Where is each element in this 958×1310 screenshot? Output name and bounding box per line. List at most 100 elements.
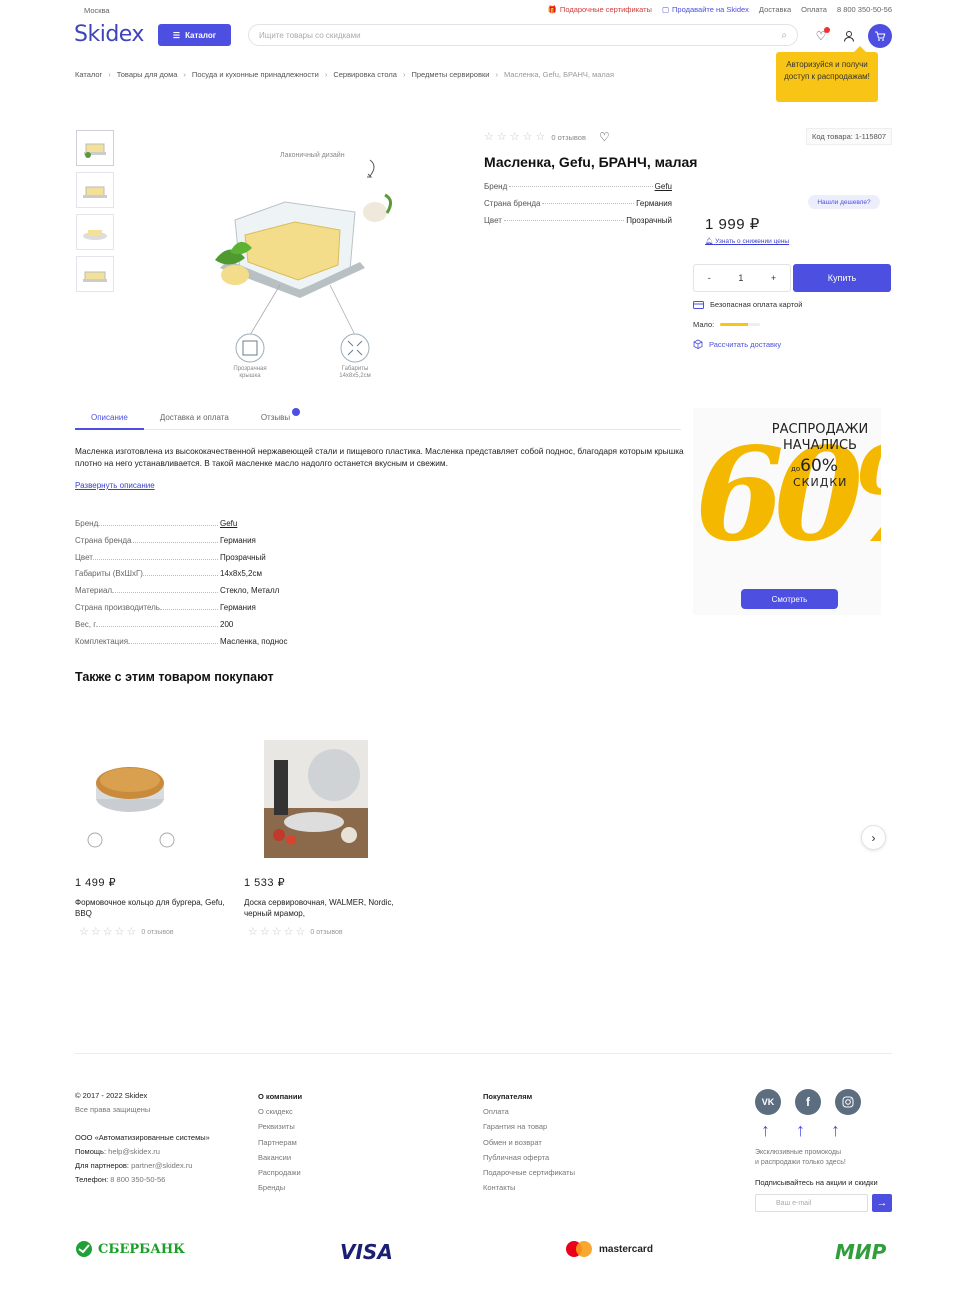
star-icon: ☆ xyxy=(535,130,546,143)
gift-icon: 🎁 xyxy=(547,5,557,14)
banner-percent: до60% xyxy=(791,456,838,476)
footer-copyright: © 2017 - 2022 Skidex xyxy=(75,1091,148,1100)
instagram-icon[interactable] xyxy=(835,1089,861,1115)
cart-icon[interactable] xyxy=(868,24,892,48)
footer-phone-label: Телефон: xyxy=(75,1175,109,1184)
footer-help-email[interactable]: help@skidex.ru xyxy=(108,1147,160,1156)
footer-partners-email[interactable]: partner@skidex.ru xyxy=(131,1161,192,1170)
gift-certificates-link[interactable]: 🎁 Подарочные сертификаты xyxy=(548,5,652,14)
product-card-name[interactable]: Формовочное кольцо для бургера, Gefu, BB… xyxy=(75,897,225,921)
footer-link[interactable]: Контакты xyxy=(483,1180,575,1195)
payment-link[interactable]: Оплата xyxy=(801,5,827,14)
image-caption: Лаконичный дизайн xyxy=(280,152,345,159)
promo-note: Эксклюзивные промокоды и распродажи толь… xyxy=(755,1148,846,1168)
breadcrumb-item[interactable]: Товары для дома xyxy=(117,70,178,79)
thumbnail[interactable] xyxy=(76,172,114,208)
product-card-rating: ☆ ☆ ☆ ☆ ☆ 0 отзывов xyxy=(75,927,225,938)
vk-icon[interactable]: VK xyxy=(755,1089,781,1115)
product-card-image[interactable] xyxy=(264,738,368,860)
breadcrumb-item[interactable]: Предметы сервировки xyxy=(411,70,489,79)
card-icon xyxy=(693,300,704,309)
footer-link[interactable]: О скидекс xyxy=(258,1104,302,1119)
city-selector[interactable]: Москва xyxy=(84,6,110,15)
spec-key: Страна производитель xyxy=(75,602,160,612)
tab-delivery[interactable]: Доставка и оплата xyxy=(144,408,245,430)
footer-phone[interactable]: 8 800 350-50-56 xyxy=(110,1175,165,1184)
footer-link[interactable]: Вакансии xyxy=(258,1150,302,1165)
facebook-icon[interactable]: f xyxy=(795,1089,821,1115)
tab-description[interactable]: Описание xyxy=(75,408,144,430)
breadcrumb-item[interactable]: Каталог xyxy=(75,70,102,79)
star-icon: ☆ xyxy=(271,926,282,938)
logo[interactable]: Skidex xyxy=(74,22,144,47)
thumbnail[interactable] xyxy=(76,214,114,250)
banner-line2: НАЧАЛИСЬ xyxy=(783,438,857,453)
footer-link[interactable]: Подарочные сертификаты xyxy=(483,1165,575,1180)
footer-link[interactable]: Бренды xyxy=(258,1180,302,1195)
quantity-value[interactable]: 1 xyxy=(738,273,743,283)
banner-percent-value: 60% xyxy=(800,456,838,476)
phone-number[interactable]: 8 800 350-50-56 xyxy=(837,5,892,14)
email-field[interactable]: Ваш e-mail xyxy=(755,1194,868,1212)
quantity-stepper[interactable]: - 1 + xyxy=(693,264,791,292)
breadcrumb-item[interactable]: Сервировка стола xyxy=(333,70,397,79)
banner-see-button[interactable]: Смотреть xyxy=(741,589,838,609)
product-card-reviews[interactable]: 0 отзывов xyxy=(310,929,342,936)
brand-link[interactable]: Gefu xyxy=(655,182,672,191)
search-icon[interactable]: ⌕ xyxy=(781,30,787,41)
reviews-count[interactable]: 0 отзывов xyxy=(551,133,586,142)
increase-button[interactable]: + xyxy=(771,273,776,283)
product-description: Масленка изготовлена из высококачественн… xyxy=(75,446,684,468)
spec-key: Материал xyxy=(75,586,113,596)
breadcrumb-item[interactable]: Посуда и кухонные принадлежности xyxy=(192,70,319,79)
sell-link[interactable]: ▢ Продавайте на Skidex xyxy=(662,5,749,14)
product-card-reviews[interactable]: 0 отзывов xyxy=(141,929,173,936)
spec-value: Прозрачный xyxy=(220,552,266,562)
product-props: Бренд Gefu Страна бренда Германия Цвет Проз… xyxy=(484,182,672,233)
footer-link[interactable]: Оплата xyxy=(483,1104,575,1119)
star-icon: ☆ xyxy=(79,926,89,938)
product-price: 1 999 ₽ xyxy=(705,216,760,233)
delivery-link[interactable]: Доставка xyxy=(759,5,791,14)
favorites-icon[interactable]: ♡ xyxy=(812,27,830,45)
spec-row: Комплектация Масленка, поднос xyxy=(75,637,301,654)
prop-key: Цвет xyxy=(484,216,502,225)
product-card-image[interactable] xyxy=(75,738,185,860)
search-input[interactable]: Ищите товары со скидками ⌕ xyxy=(248,24,798,46)
rating[interactable]: ☆ ☆ ☆ ☆ ☆ 0 отзывов ♡ xyxy=(484,130,610,144)
price-alert-link[interactable]: 🔔︎ Узнать о снижении цены xyxy=(705,237,789,245)
heart-icon[interactable]: ♡ xyxy=(599,130,610,144)
catalog-button[interactable]: ☰ Каталог xyxy=(158,24,231,46)
box-icon xyxy=(693,339,703,349)
found-cheaper-button[interactable]: Нашли дешевле? xyxy=(808,195,880,209)
decrease-button[interactable]: - xyxy=(708,273,711,283)
brand-link[interactable]: Gefu xyxy=(220,519,237,528)
buy-button[interactable]: Купить xyxy=(793,264,891,292)
login-tooltip[interactable]: Авторизуйся и получи доступ к распродажа… xyxy=(776,46,878,102)
store-icon: ▢ xyxy=(661,5,670,14)
subscribe-label: Подписывайтесь на акции и скидки xyxy=(755,1178,878,1187)
footer-link[interactable]: Партнерам xyxy=(258,1135,302,1150)
footer-link[interactable]: Гарантия на товар xyxy=(483,1119,575,1134)
calc-delivery-link[interactable]: Рассчитать доставку xyxy=(693,339,781,349)
star-icon: ☆ xyxy=(522,130,533,143)
header-icons: ♡ xyxy=(812,24,892,48)
product-card[interactable]: 1 499 ₽ Формовочное кольцо для бургера, … xyxy=(75,738,225,938)
footer-link[interactable]: Распродажи xyxy=(258,1165,302,1180)
user-icon[interactable] xyxy=(840,27,858,45)
tab-reviews[interactable]: Отзывы xyxy=(245,408,306,430)
thumbnail[interactable] xyxy=(76,130,114,166)
subscribe-button[interactable]: → xyxy=(872,1194,892,1212)
expand-description-link[interactable]: Развернуть описание xyxy=(75,481,155,490)
footer-link[interactable]: Публичная оферта xyxy=(483,1150,575,1165)
carousel-next-button[interactable]: › xyxy=(861,825,886,850)
footer-link[interactable]: Реквизиты xyxy=(258,1119,302,1134)
spec-value: Германия xyxy=(220,535,256,545)
star-icon: ☆ xyxy=(484,130,494,143)
product-card-name[interactable]: Доска сервировочная, WALMER, Nordic, чер… xyxy=(244,897,394,921)
sale-banner[interactable]: 60% РАСПРОДАЖИНАЧАЛИСЬ до60% СКИДКИ Смот… xyxy=(693,408,881,615)
footer-link[interactable]: Обмен и возврат xyxy=(483,1135,575,1150)
thumbnail[interactable] xyxy=(76,256,114,292)
product-card[interactable]: 1 533 ₽ Доска сервировочная, WALMER, Nor… xyxy=(244,738,394,938)
product-image[interactable]: Лаконичный дизайн Прозрачная крышка Габа… xyxy=(200,140,415,390)
